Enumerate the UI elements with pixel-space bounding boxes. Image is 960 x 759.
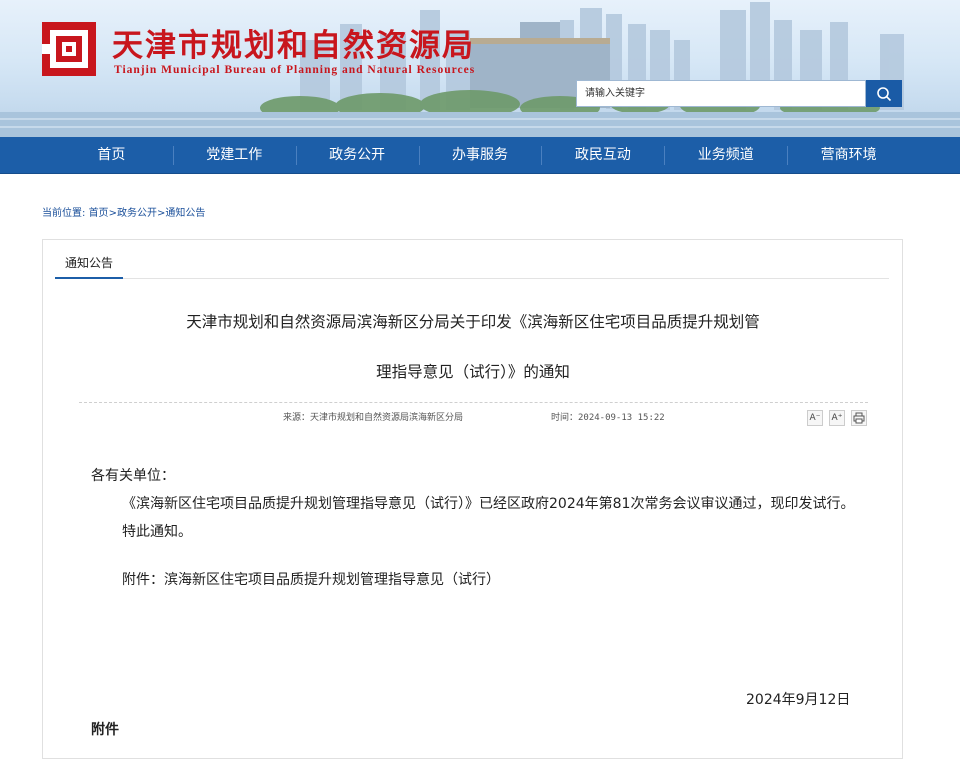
article-title: 天津市规划和自然资源局滨海新区分局关于印发《滨海新区住宅项目品质提升规划管 理指… — [103, 305, 843, 405]
body-paragraph: 《滨海新区住宅项目品质提升规划管理指导意见（试行）》已经区政府2024年第81次… — [122, 496, 855, 512]
breadcrumb-government-affairs[interactable]: 政务公开 — [117, 208, 157, 219]
site-subtitle: Tianjin Municipal Bureau of Planning and… — [114, 64, 476, 76]
article-date: 2024年9月12日 — [746, 692, 851, 708]
print-button[interactable] — [851, 410, 867, 426]
font-larger-button[interactable]: A⁺ — [829, 410, 845, 426]
font-smaller-button[interactable]: A⁻ — [807, 410, 823, 426]
breadcrumb-notices[interactable]: 通知公告 — [165, 208, 205, 219]
article-body: 各有关单位： 《滨海新区住宅项目品质提升规划管理指导意见（试行）》已经区政府20… — [91, 462, 861, 594]
nav-item-services[interactable]: 办事服务 — [418, 137, 542, 174]
nav-item-government-affairs[interactable]: 政务公开 — [295, 137, 419, 174]
nav-item-home[interactable]: 首页 — [50, 137, 173, 174]
article-title-line2: 理指导意见（试行）》的通知 — [376, 363, 570, 381]
breadcrumb: 当前位置: 首页>政务公开>通知公告 — [42, 208, 206, 219]
tab-notices[interactable]: 通知公告 — [55, 250, 124, 279]
nav-item-party-building[interactable]: 党建工作 — [172, 137, 296, 174]
meta-divider — [79, 402, 868, 403]
site-header: 天津市规划和自然资源局 Tianjin Municipal Bureau of … — [0, 0, 960, 137]
search-input[interactable] — [576, 80, 866, 107]
search-button[interactable] — [866, 80, 902, 107]
article-panel: 通知公告 天津市规划和自然资源局滨海新区分局关于印发《滨海新区住宅项目品质提升规… — [42, 239, 903, 759]
tab-bar: 通知公告 — [55, 250, 889, 279]
nav-item-interaction[interactable]: 政民互动 — [541, 137, 664, 174]
print-icon — [853, 412, 865, 424]
nav-item-business-channel[interactable]: 业务频道 — [664, 137, 787, 174]
article-title-line1: 天津市规划和自然资源局滨海新区分局关于印发《滨海新区住宅项目品质提升规划管 — [186, 313, 760, 331]
notice-text: 特此通知。 — [122, 524, 192, 540]
article-time: 时间：2024-09-13 15:22 — [551, 413, 665, 423]
search-icon — [877, 86, 892, 101]
article-source: 来源：天津市规划和自然资源局滨海新区分局 — [283, 413, 464, 423]
attachment-note: 附件：滨海新区住宅项目品质提升规划管理指导意见（试行） — [122, 572, 500, 588]
salutation: 各有关单位： — [91, 468, 175, 484]
breadcrumb-prefix: 当前位置: — [42, 208, 86, 219]
main-nav: 首页 党建工作 政务公开 办事服务 政民互动 业务频道 营商环境 — [0, 137, 960, 174]
breadcrumb-home[interactable]: 首页 — [89, 208, 109, 219]
nav-item-business-environment[interactable]: 营商环境 — [787, 137, 910, 174]
site-title: 天津市规划和自然资源局 — [112, 28, 475, 64]
attachment-heading: 附件 — [91, 722, 119, 738]
bureau-logo-icon — [42, 22, 96, 76]
